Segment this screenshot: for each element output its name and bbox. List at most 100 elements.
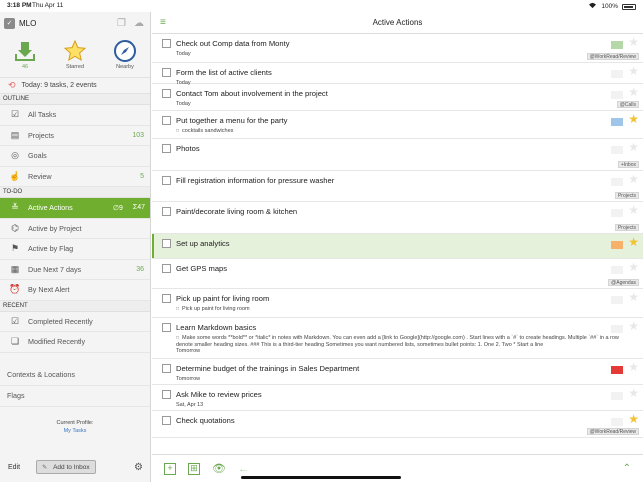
star-icon[interactable]: ★ — [628, 113, 639, 125]
sidebar-item-completed-recently[interactable]: ☑ Completed Recently — [0, 312, 150, 332]
sidebar-item-all-tasks[interactable]: ☑ All Tasks — [0, 105, 150, 126]
arrow-left-icon[interactable]: ← — [238, 463, 249, 475]
task-checkbox[interactable] — [162, 390, 171, 399]
flag-icon[interactable] — [611, 174, 623, 186]
today-summary[interactable]: ⟲ Today: 9 tasks, 2 events — [0, 77, 150, 94]
add-subtask-icon[interactable]: ⊞ — [188, 462, 200, 475]
mlo-logo-icon: ✓ — [4, 17, 15, 29]
task-row[interactable]: Learn Markdown basics Make some words **b… — [152, 318, 643, 359]
star-icon[interactable]: ★ — [628, 173, 639, 185]
flag-icon[interactable] — [611, 37, 623, 49]
flag-icon[interactable] — [611, 262, 623, 274]
wifi-icon — [588, 2, 597, 11]
edit-button[interactable]: Edit — [8, 464, 20, 471]
profile-name-link[interactable]: My Tasks — [0, 427, 150, 435]
copy-icon[interactable]: ❐ — [117, 18, 126, 29]
task-row[interactable]: Put together a menu for the party cocktai… — [152, 111, 643, 139]
star-icon[interactable]: ★ — [628, 291, 639, 303]
task-checkbox[interactable] — [162, 323, 171, 332]
sidebar-item-goals[interactable]: ◎ Goals — [0, 146, 150, 167]
sidebar-item-active-by-project[interactable]: ⌬ Active by Project — [0, 219, 150, 239]
task-title: Ask Mike to review prices — [176, 390, 262, 399]
tile-starred[interactable]: Starred — [53, 38, 98, 77]
task-checkbox[interactable] — [162, 364, 171, 373]
sidebar-item-active-actions[interactable]: ≚ Active Actions ∅9 Σ47 — [0, 198, 150, 219]
task-checkbox[interactable] — [162, 207, 171, 216]
flag-icon[interactable] — [611, 292, 623, 304]
tile-starred-label: Starred — [65, 64, 85, 70]
add-task-icon[interactable]: + — [164, 462, 176, 475]
task-row[interactable]: Pick up paint for living room Pick up pai… — [152, 289, 643, 318]
star-icon[interactable]: ★ — [628, 204, 639, 216]
task-row[interactable]: Determine budget of the trainings in Sal… — [152, 359, 643, 385]
star-icon[interactable]: ★ — [628, 413, 639, 425]
section-recent: RECENT — [0, 300, 150, 312]
star-icon[interactable]: ★ — [628, 320, 639, 332]
today-summary-text: Today: 9 tasks, 2 events — [21, 82, 97, 89]
page-title: Active Actions — [372, 18, 423, 27]
cloud-sync-icon[interactable]: ☁ — [134, 18, 144, 29]
sidebar-item-modified-recently[interactable]: ❏ Modified Recently — [0, 332, 150, 353]
flag-icon[interactable] — [611, 237, 623, 249]
star-icon[interactable]: ★ — [628, 86, 639, 98]
task-checkbox[interactable] — [162, 68, 171, 77]
sidebar-item-projects[interactable]: ▤ Projects 103 — [0, 126, 150, 146]
task-checkbox[interactable] — [162, 416, 171, 425]
task-note: cocktails sandwiches — [176, 128, 233, 134]
task-checkbox[interactable] — [162, 39, 171, 48]
task-checkbox[interactable] — [162, 239, 171, 248]
flag-icon[interactable] — [611, 205, 623, 217]
sidebar-item-contexts-locations[interactable]: Contexts & Locations — [0, 365, 150, 386]
tile-inbox[interactable]: 46 — [3, 38, 48, 77]
task-row[interactable]: Contact Tom about involvement in the pro… — [152, 84, 643, 111]
task-checkbox[interactable] — [162, 89, 171, 98]
badge-total-count: Σ47 — [132, 203, 145, 211]
completed-icon: ☑ — [10, 315, 20, 326]
star-icon[interactable]: ★ — [628, 36, 639, 48]
task-checkbox[interactable] — [162, 264, 171, 273]
inbox-tray-icon — [13, 38, 37, 64]
flag-icon[interactable] — [611, 142, 623, 154]
task-row[interactable]: Get GPS maps @Agendas ★ — [152, 259, 643, 289]
task-title: Photos — [176, 144, 200, 153]
star-icon[interactable]: ★ — [628, 236, 639, 248]
task-row[interactable]: Check out Comp data from Monty Today @Work… — [152, 34, 643, 63]
task-row[interactable]: Form the list of active clients Today ★ — [152, 63, 643, 86]
add-to-inbox-button[interactable]: ✎ Add to Inbox — [36, 460, 96, 474]
sidebar-item-review[interactable]: ☝ Review 5 — [0, 167, 150, 187]
flag-icon[interactable] — [611, 87, 623, 99]
task-checkbox[interactable] — [162, 116, 171, 125]
menu-icon[interactable]: ≡ — [160, 17, 166, 28]
task-row[interactable]: Check quotations @WorkRead/Review ★ — [152, 411, 643, 438]
eye-icon[interactable]: 👁 — [212, 462, 226, 475]
sidebar-item-active-by-flag[interactable]: ⚑ Active by Flag — [0, 239, 150, 260]
task-checkbox[interactable] — [162, 144, 171, 153]
flag-icon[interactable] — [611, 414, 623, 426]
task-row[interactable]: Ask Mike to review prices Sat, Apr 13 ★ — [152, 385, 643, 411]
star-icon[interactable]: ★ — [628, 261, 639, 273]
task-checkbox[interactable] — [162, 294, 171, 303]
chevron-up-icon[interactable]: ⌃ — [623, 463, 631, 474]
task-row[interactable]: Set up analytics ★ — [152, 234, 643, 259]
active-actions-badges: ∅9 Σ47 — [113, 204, 145, 212]
flag-icon[interactable] — [611, 321, 623, 333]
gear-icon[interactable]: ⚙ — [134, 462, 143, 473]
star-icon[interactable]: ★ — [628, 141, 639, 153]
flag-icon[interactable] — [611, 388, 623, 400]
flag-icon[interactable] — [611, 114, 623, 126]
task-row[interactable]: Paint/decorate living room & kitchen Proj… — [152, 202, 643, 234]
sidebar-item-by-next-alert[interactable]: ⏰ By Next Alert — [0, 280, 150, 301]
sidebar-item-flags[interactable]: Flags — [0, 386, 150, 407]
task-row[interactable]: Fill registration information for pressu… — [152, 171, 643, 202]
flag-icon[interactable] — [611, 362, 623, 374]
app-name: MLO — [19, 18, 37, 28]
flag-icon[interactable] — [611, 66, 623, 78]
star-icon[interactable]: ★ — [628, 65, 639, 77]
section-todo: TO-DO — [0, 187, 150, 198]
task-row[interactable]: Photos +Inbox ★ — [152, 139, 643, 171]
star-icon[interactable]: ★ — [628, 361, 639, 373]
tile-nearby[interactable]: Nearby — [103, 38, 148, 77]
task-checkbox[interactable] — [162, 176, 171, 185]
sidebar-item-due-next-7-days[interactable]: ▦ Due Next 7 days 36 — [0, 260, 150, 280]
star-icon[interactable]: ★ — [628, 387, 639, 399]
